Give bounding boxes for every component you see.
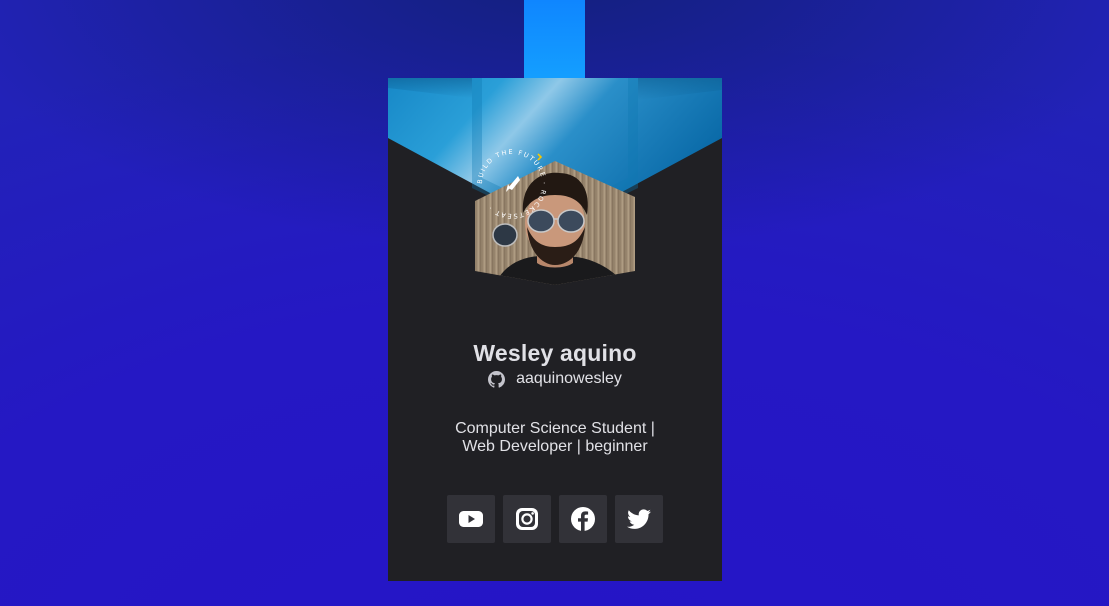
twitter-button[interactable] [615, 495, 663, 543]
profile-name: Wesley aquino [473, 340, 637, 366]
profile-bio: Computer Science Student | Web Developer… [455, 420, 655, 455]
facebook-button[interactable] [559, 495, 607, 543]
github-username: aaquinowesley [516, 370, 622, 387]
twitter-icon [627, 509, 651, 529]
youtube-icon [459, 511, 483, 527]
github-link[interactable]: aaquinowesley [388, 370, 722, 388]
instagram-icon [516, 508, 538, 530]
rocketseat-badge-icon: BUILD THE FUTURE · ROCKETSEAT · [476, 148, 547, 220]
profile-card: BUILD THE FUTURE · ROCKETSEAT · Wesley a… [388, 78, 722, 581]
social-links [447, 495, 663, 543]
facebook-icon [571, 507, 595, 531]
youtube-button[interactable] [447, 495, 495, 543]
github-icon [488, 370, 506, 388]
instagram-button[interactable] [503, 495, 551, 543]
